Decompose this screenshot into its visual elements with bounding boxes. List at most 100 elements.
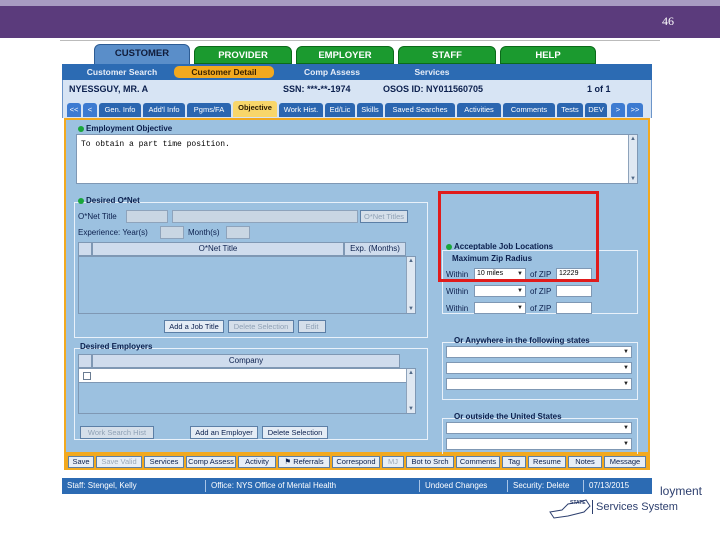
employer-list-scrollbar[interactable]: ▲ ▼ — [406, 369, 415, 413]
onet-code-field[interactable] — [126, 210, 168, 223]
employer-row[interactable] — [79, 369, 407, 383]
scroll-down-icon: ▼ — [408, 306, 414, 312]
employment-objective-text: To obtain a part time position. — [81, 140, 230, 149]
tab-provider[interactable]: PROVIDER — [194, 46, 292, 64]
experience-years-label: Experience: Year(s) — [78, 228, 148, 237]
desired-onet-legend: Desired O*Net — [78, 196, 140, 205]
state-select-1[interactable]: ▼ — [446, 346, 632, 358]
tab-gen-info[interactable]: Gen. Info — [99, 103, 141, 117]
tab-employer[interactable]: EMPLOYER — [296, 46, 394, 64]
zip-input-3[interactable] — [556, 302, 592, 314]
tag-button[interactable]: Tag — [502, 456, 526, 468]
chevron-down-icon: ▼ — [623, 365, 629, 371]
onet-title-column: O*Net Title — [92, 242, 344, 256]
slide-rule — [60, 40, 660, 41]
work-search-hist-button[interactable]: Work Search Hist — [80, 426, 154, 439]
state-select-3[interactable]: ▼ — [446, 378, 632, 390]
slide-number: 46 — [662, 14, 674, 28]
correspond-button[interactable]: Correspond — [332, 456, 380, 468]
add-job-title-button[interactable]: Add a Job Title — [164, 320, 224, 333]
tab-skills[interactable]: Skills — [357, 103, 383, 117]
chevron-down-icon: ▼ — [623, 441, 629, 447]
experience-years-field[interactable] — [160, 226, 184, 239]
experience-months-field[interactable] — [226, 226, 250, 239]
onet-titles-button[interactable]: O*Net Titles — [360, 210, 408, 223]
brand-text-bottom: Services System — [596, 501, 678, 513]
scroll-up-icon: ▲ — [408, 258, 414, 264]
employment-objective-textarea[interactable]: To obtain a part time position. ▲ ▼ — [76, 134, 638, 184]
tab-customer[interactable]: CUSTOMER — [94, 44, 190, 65]
tab-objective[interactable]: Objective — [233, 101, 277, 117]
slide-header-bar: 46 — [0, 0, 720, 38]
comments-button[interactable]: Comments — [456, 456, 500, 468]
tab-help[interactable]: HELP — [500, 46, 596, 64]
country-select-1[interactable]: ▼ — [446, 422, 632, 434]
employment-objective-legend: Employment Objective — [78, 124, 172, 133]
tab-comments[interactable]: Comments — [503, 103, 555, 117]
tab-first-arrow[interactable]: << — [67, 103, 81, 117]
onet-list[interactable]: ▲ ▼ — [78, 256, 416, 314]
within-label-3: Within — [446, 304, 469, 313]
tab-work-hist[interactable]: Work Hist. — [279, 103, 323, 117]
tab-prev-arrow[interactable]: < — [83, 103, 97, 117]
notes-button[interactable]: Notes — [568, 456, 602, 468]
chevron-down-icon: ▼ — [623, 425, 629, 431]
referrals-button[interactable]: ⚑ Referrals — [278, 456, 330, 468]
delete-onet-selection-button[interactable]: Delete Selection — [228, 320, 294, 333]
tab-ed-lic[interactable]: Ed/Lic — [325, 103, 355, 117]
tab-staff[interactable]: STAFF — [398, 46, 496, 64]
radius-miles-select-3[interactable]: ▼ — [474, 302, 526, 314]
employer-list[interactable]: ▲ ▼ — [78, 368, 416, 414]
referrals-label: Referrals — [293, 457, 324, 466]
tab-last-arrow[interactable]: >> — [627, 103, 643, 117]
nav-customer-search[interactable]: Customer Search — [72, 66, 172, 78]
objective-scrollbar[interactable]: ▲ ▼ — [628, 135, 637, 183]
add-employer-button[interactable]: Add an Employer — [190, 426, 258, 439]
nav-comp-assess[interactable]: Comp Assess — [282, 66, 382, 78]
message-button[interactable]: Message — [604, 456, 646, 468]
state-select-2[interactable]: ▼ — [446, 362, 632, 374]
comp-assess-button[interactable]: Comp Assess — [186, 456, 236, 468]
customer-name: NYESSGUY, MR. A — [69, 84, 149, 94]
slide-header-strip — [0, 0, 720, 6]
employer-row-checkbox[interactable] — [83, 372, 91, 380]
referrals-flag-icon: ⚑ — [284, 457, 294, 466]
anywhere-states-label: Or Anywhere in the following states — [454, 336, 590, 345]
radius-miles-select-2[interactable]: ▼ — [474, 285, 526, 297]
save-valid-button[interactable]: Save Valid — [96, 456, 142, 468]
status-changes: Undoed Changes — [422, 480, 508, 492]
employment-objective-label: Employment Objective — [86, 124, 173, 133]
scroll-up-icon: ▲ — [408, 370, 414, 376]
onet-list-scrollbar[interactable]: ▲ ▼ — [406, 257, 415, 313]
of-zip-label-3: of ZIP — [530, 304, 552, 313]
back-to-search-button[interactable]: Bot to Srch — [406, 456, 454, 468]
brand-divider — [592, 500, 593, 514]
activity-button[interactable]: Activity — [238, 456, 276, 468]
nav-services[interactable]: Services — [392, 66, 472, 78]
chevron-down-icon: ▼ — [623, 381, 629, 387]
tab-next-arrow[interactable]: > — [611, 103, 625, 117]
tab-dev[interactable]: DEV — [585, 103, 607, 117]
edit-onet-button[interactable]: Edit — [298, 320, 326, 333]
services-button[interactable]: Services — [144, 456, 184, 468]
save-button[interactable]: Save — [68, 456, 94, 468]
tab-activities[interactable]: Activities — [457, 103, 501, 117]
employer-company-column: Company — [92, 354, 400, 368]
resume-button[interactable]: Resume — [528, 456, 566, 468]
tab-addl-info[interactable]: Add'l Info — [143, 103, 185, 117]
onet-title-label: O*Net Title — [78, 212, 117, 221]
customer-info-row: NYESSGUY, MR. A SSN: ***-**-1974 OSOS ID… — [62, 80, 652, 100]
tab-tests[interactable]: Tests — [557, 103, 583, 117]
employer-select-column — [78, 354, 92, 368]
zip-input-2[interactable] — [556, 285, 592, 297]
onet-title-field[interactable] — [172, 210, 358, 223]
onet-exp-column: Exp. (Months) — [344, 242, 406, 256]
mj-button[interactable]: MJ — [382, 456, 404, 468]
country-select-2[interactable]: ▼ — [446, 438, 632, 450]
nav-customer-detail[interactable]: Customer Detail — [174, 66, 274, 78]
delete-employer-selection-button[interactable]: Delete Selection — [262, 426, 328, 439]
tab-pgms-fa[interactable]: Pgms/FA — [187, 103, 231, 117]
action-button-bar: Save Save Valid Services Comp Assess Act… — [64, 454, 650, 470]
tab-saved-searches[interactable]: Saved Searches — [385, 103, 455, 117]
outside-us-label: Or outside the United States — [454, 412, 562, 421]
